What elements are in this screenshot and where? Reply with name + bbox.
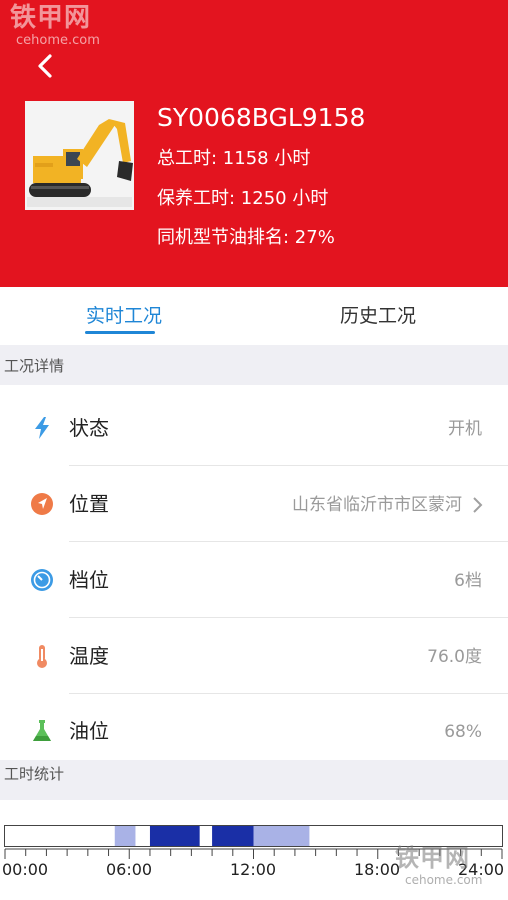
timeline-segment-0 xyxy=(114,826,136,846)
timeline-segment-1 xyxy=(149,826,200,846)
tab-bar: 实时工况 历史工况 xyxy=(0,287,508,344)
status-row: 状态 开机 xyxy=(0,391,508,466)
watermark-logo: 铁甲网 cehome.com xyxy=(10,2,120,54)
gear-row: 档位 6档 xyxy=(0,543,508,618)
row-divider xyxy=(69,465,508,466)
section-header-details: 工况详情 xyxy=(0,345,508,385)
location-label: 位置 xyxy=(69,492,109,516)
gear-value: 6档 xyxy=(454,571,482,591)
total-hours: 总工时: 1158 小时 xyxy=(157,148,311,169)
watermark-logo-bottom: 铁甲网 cehome.com xyxy=(395,843,505,893)
maintenance-hours: 保养工时: 1250 小时 xyxy=(157,188,329,209)
watermark-cn: 铁甲网 xyxy=(395,844,470,872)
tick-label-1: 06:00 xyxy=(106,860,153,879)
gear-label: 档位 xyxy=(69,568,109,592)
thermometer-icon xyxy=(30,643,54,669)
machine-header: 铁甲网 cehome.com SY0068BGL9158 总工时: 1158 小… xyxy=(0,0,508,287)
machine-id: SY0068BGL9158 xyxy=(157,103,366,132)
row-divider xyxy=(69,617,508,618)
watermark-en: cehome.com xyxy=(405,873,483,887)
status-label: 状态 xyxy=(69,416,109,440)
back-button[interactable] xyxy=(30,50,62,82)
status-value: 开机 xyxy=(448,419,482,439)
gauge-icon xyxy=(30,567,54,593)
tab-history[interactable]: 历史工况 xyxy=(340,303,416,329)
section-title: 工况详情 xyxy=(4,357,65,375)
timeline-segment-2 xyxy=(212,826,254,846)
watermark-cn: 铁甲网 xyxy=(10,3,92,33)
temperature-value: 76.0度 xyxy=(427,647,482,667)
watermark-en: cehome.com xyxy=(16,33,100,48)
location-arrow-icon xyxy=(30,491,54,517)
temperature-row: 温度 76.0度 xyxy=(0,619,508,694)
tick-label-2: 12:00 xyxy=(230,860,277,879)
fuel-ranking: 同机型节油排名: 27% xyxy=(157,227,335,248)
flask-icon xyxy=(30,718,54,744)
excavator-photo xyxy=(25,101,134,210)
timeline-segment-3 xyxy=(253,826,310,846)
tab-realtime[interactable]: 实时工况 xyxy=(86,303,162,329)
row-divider xyxy=(69,541,508,542)
oil-level-label: 油位 xyxy=(69,719,109,743)
oil-level-row: 油位 68% xyxy=(0,694,508,769)
active-tab-indicator xyxy=(85,331,155,334)
location-value: 山东省临沂市市区蒙河 xyxy=(292,495,462,515)
location-row[interactable]: 位置 山东省临沂市市区蒙河 xyxy=(0,467,508,542)
lightning-icon xyxy=(30,415,54,441)
temperature-label: 温度 xyxy=(69,644,109,668)
tick-label-0: 00:00 xyxy=(2,860,49,879)
tick-label-3: 18:00 xyxy=(354,860,401,879)
chevron-left-icon xyxy=(38,54,52,78)
section-header-hours: 工时统计 xyxy=(0,760,508,800)
oil-level-value: 68% xyxy=(444,722,482,742)
section-title: 工时统计 xyxy=(4,765,65,783)
chevron-right-icon xyxy=(470,495,484,515)
